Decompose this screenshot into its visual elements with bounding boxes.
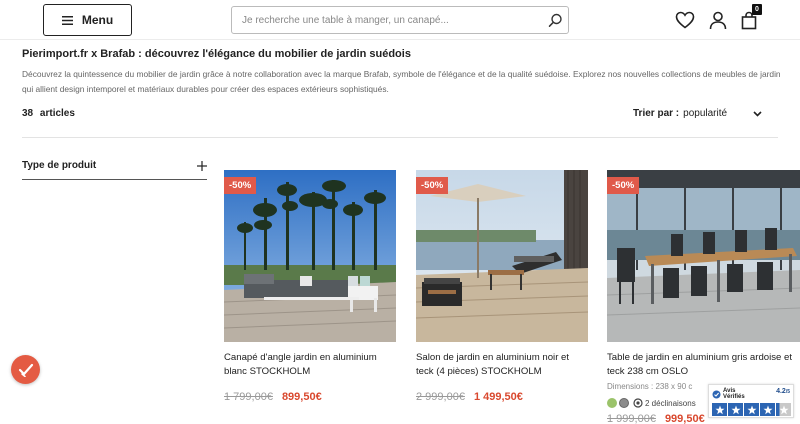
reviews-stars [712, 403, 791, 416]
sort-label: Trier par : [633, 108, 680, 119]
reviews-score-value: 4.2 [776, 388, 786, 395]
menu-button[interactable]: Menu [43, 4, 132, 36]
product-name[interactable]: Salon de jardin en aluminium noir et tec… [416, 351, 588, 379]
menu-icon [61, 15, 73, 25]
star-icon [760, 403, 775, 416]
variants-count: 2 déclinaisons [645, 398, 696, 408]
article-count: 38 articles [22, 108, 75, 119]
product-image[interactable]: -50% [224, 170, 396, 342]
search-input[interactable] [232, 7, 542, 33]
heart-icon[interactable] [674, 9, 696, 31]
user-icon[interactable] [707, 9, 729, 31]
reviews-widget[interactable]: Avis Vérifiés 4.2/5 [708, 384, 794, 418]
floating-action-button[interactable] [11, 355, 40, 384]
reviews-logo: Avis Vérifiés [712, 388, 745, 400]
article-count-number: 38 [22, 108, 34, 119]
star-icon [712, 403, 727, 416]
filter-product-type[interactable]: Type de produit [22, 152, 207, 180]
divider [22, 137, 778, 138]
menu-label: Menu [81, 13, 114, 27]
filter-label: Type de produit [22, 160, 97, 171]
star-icon [728, 403, 743, 416]
old-price: 1 999,00€ [607, 413, 656, 424]
sale-price: 899,50€ [281, 391, 322, 403]
product-prices: 1 799,00€ 899,50€ [224, 391, 396, 403]
star-partial-icon [776, 403, 791, 416]
variants-info: 2 déclinaisons [633, 398, 696, 408]
reviews-score-suffix: /5 [785, 389, 790, 395]
sort-value: popularité [683, 108, 728, 119]
search-box [231, 6, 569, 34]
product-image[interactable]: -50% [416, 170, 588, 342]
check-mark-icon [18, 363, 33, 377]
old-price: 1 799,00€ [224, 391, 273, 403]
product-prices: 2 999,00€ 1 499,50€ [416, 391, 588, 403]
sale-price: 999,50€ [664, 413, 705, 424]
product-image[interactable]: -50% [607, 170, 800, 342]
chevron-down-icon [753, 110, 762, 117]
product-card[interactable]: -50% Salon de jardin en aluminium noir e… [416, 170, 588, 403]
site-header: Menu 0 [0, 0, 800, 40]
discount-badge: -50% [224, 177, 257, 194]
article-count-label: articles [39, 108, 75, 119]
star-icon [744, 403, 759, 416]
swatch-grey[interactable] [619, 398, 629, 408]
old-price: 2 999,00€ [416, 391, 465, 403]
page-intro: Découvrez la quintessence du mobilier de… [22, 69, 781, 94]
product-card[interactable]: -50% Canapé d'angle jardin en aluminium … [224, 170, 396, 403]
check-badge-icon [712, 390, 721, 398]
discount-badge: -50% [416, 177, 449, 194]
discount-badge: -50% [607, 177, 640, 194]
plus-icon [197, 160, 207, 171]
variants-icon [633, 398, 643, 408]
sort-dropdown[interactable]: Trier par : popularité [633, 108, 762, 119]
search-icon[interactable] [542, 7, 568, 33]
product-name[interactable]: Table de jardin en aluminium gris ardois… [607, 351, 800, 379]
swatch-green[interactable] [607, 398, 617, 408]
reviews-brand-line2: Vérifiés [723, 394, 745, 400]
product-name[interactable]: Canapé d'angle jardin en aluminium blanc… [224, 351, 396, 379]
sale-price: 1 499,50€ [473, 391, 523, 403]
reviews-score: 4.2/5 [776, 388, 790, 395]
cart-count-badge: 0 [752, 4, 762, 15]
page-title: Pierimport.fr x Brafab : découvrez l'élé… [22, 48, 411, 60]
